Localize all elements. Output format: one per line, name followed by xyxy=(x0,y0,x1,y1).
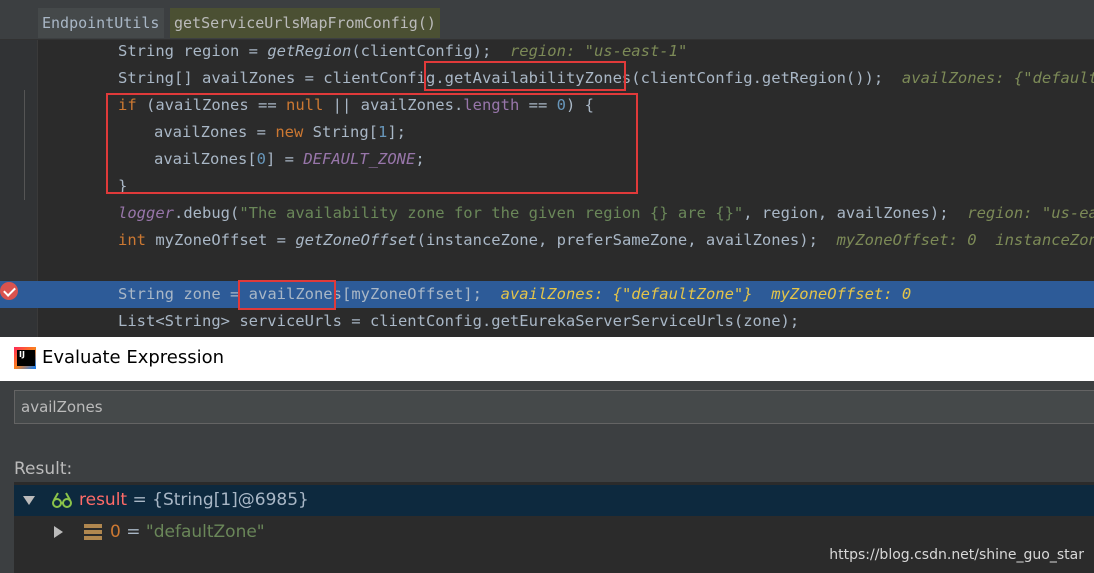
tree-row-result[interactable]: result = {String[1]@6985} xyxy=(14,485,1094,516)
element-value: "defaultZone" xyxy=(145,522,265,542)
intellij-logo-icon xyxy=(14,347,36,369)
breadcrumb-method[interactable]: getServiceUrlsMapFromConfig() xyxy=(170,8,440,38)
watch-glasses-icon xyxy=(52,492,72,508)
element-index: 0 xyxy=(110,522,121,542)
breadcrumb: EndpointUtils getServiceUrlsMapFromConfi… xyxy=(0,0,1094,40)
code-line[interactable]: int myZoneOffset = getZoneOffset(instanc… xyxy=(0,227,1094,254)
result-value: = {String[1]@6985} xyxy=(132,490,309,510)
result-label: Result: xyxy=(14,459,73,479)
code-line[interactable]: availZones[0] = DEFAULT_ZONE; xyxy=(0,146,1094,173)
code-line[interactable] xyxy=(0,254,1094,281)
breadcrumb-class[interactable]: EndpointUtils xyxy=(38,8,164,38)
expression-input[interactable]: availZones xyxy=(14,390,1094,424)
evaluate-dialog: availZones Result: result = {String[1]@6… xyxy=(0,381,1094,573)
code-editor[interactable]: String region = getRegion(clientConfig);… xyxy=(0,40,1094,337)
expand-down-icon[interactable] xyxy=(23,496,35,505)
dialog-title: Evaluate Expression xyxy=(42,347,225,368)
code-line[interactable]: List<String> serviceUrls = clientConfig.… xyxy=(0,308,1094,335)
code-line[interactable]: logger.debug("The availability zone for … xyxy=(0,200,1094,227)
watermark-url: https://blog.csdn.net/shine_guo_star xyxy=(829,547,1084,563)
code-line[interactable]: if (availZones == null || availZones.len… xyxy=(0,92,1094,119)
dialog-title-bar[interactable]: Evaluate Expression xyxy=(0,337,1094,381)
code-line[interactable]: String region = getRegion(clientConfig);… xyxy=(0,40,1094,65)
result-name: result xyxy=(79,490,128,510)
tree-row-element[interactable]: 0 = "defaultZone" xyxy=(14,517,1094,548)
code-line[interactable]: availZones = new String[1]; xyxy=(0,119,1094,146)
code-line[interactable]: String[] availZones = clientConfig.getAv… xyxy=(0,65,1094,92)
execution-line[interactable]: String zone = availZones[myZoneOffset]; … xyxy=(0,281,1094,308)
breakpoint-icon[interactable] xyxy=(0,282,18,300)
array-element-icon xyxy=(84,524,102,541)
expand-right-icon[interactable] xyxy=(54,526,63,538)
code-line[interactable]: } xyxy=(0,173,1094,200)
